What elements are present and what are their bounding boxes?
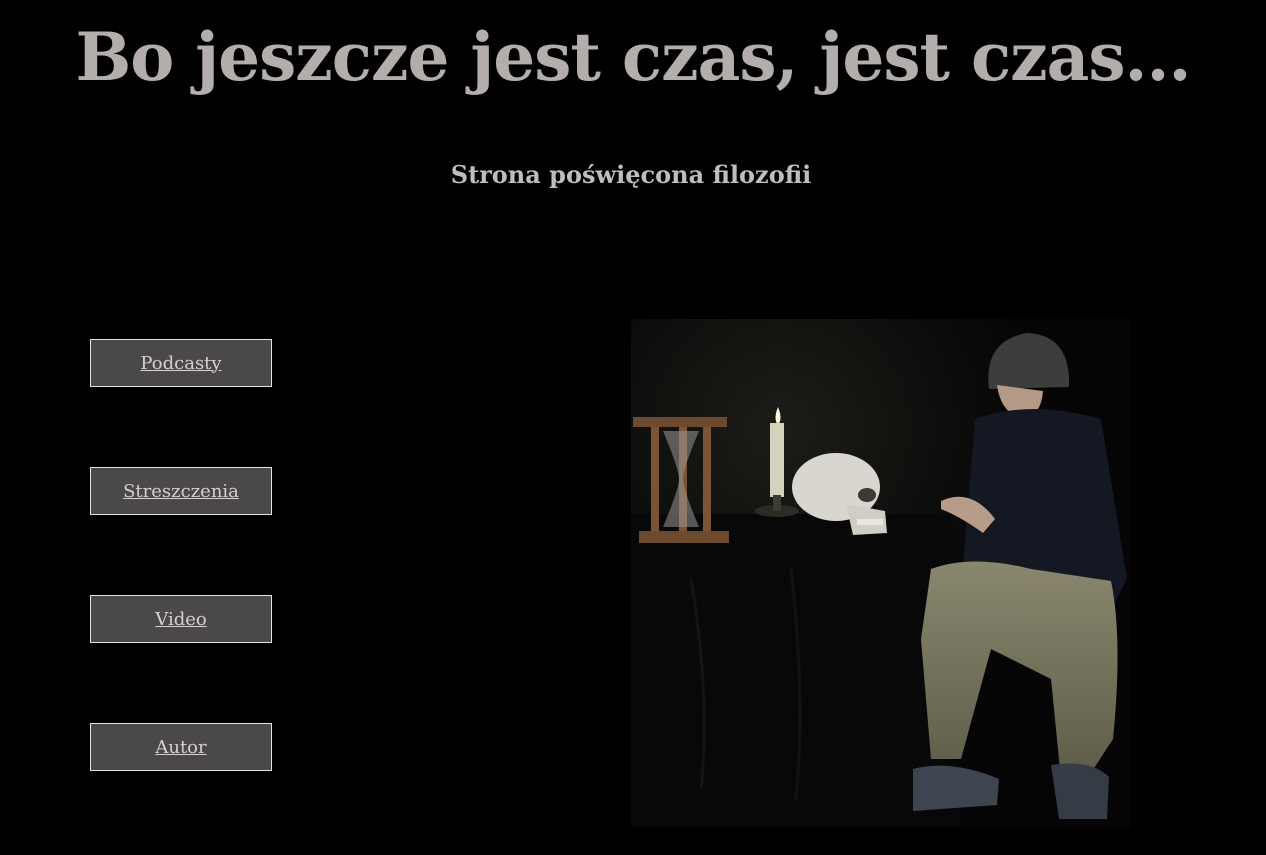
hero-photo bbox=[631, 319, 1131, 827]
main-nav: Podcasty Streszczenia Video Autor bbox=[90, 339, 272, 851]
nav-button-video[interactable]: Video bbox=[90, 595, 272, 643]
site-title: Bo jeszcze jest czas, jest czas... bbox=[75, 18, 1192, 96]
nav-button-label: Video bbox=[155, 608, 207, 630]
nav-button-podcasty[interactable]: Podcasty bbox=[90, 339, 272, 387]
page: Bo jeszcze jest czas, jest czas... Stron… bbox=[0, 0, 1266, 855]
nav-button-label: Streszczenia bbox=[123, 480, 239, 502]
nav-button-autor[interactable]: Autor bbox=[90, 723, 272, 771]
nav-button-streszczenia[interactable]: Streszczenia bbox=[90, 467, 272, 515]
hero-photo-illustration bbox=[631, 319, 1131, 827]
nav-button-label: Podcasty bbox=[140, 352, 222, 374]
site-subtitle: Strona poświęcona filozofii bbox=[450, 160, 812, 189]
nav-button-label: Autor bbox=[155, 736, 207, 758]
